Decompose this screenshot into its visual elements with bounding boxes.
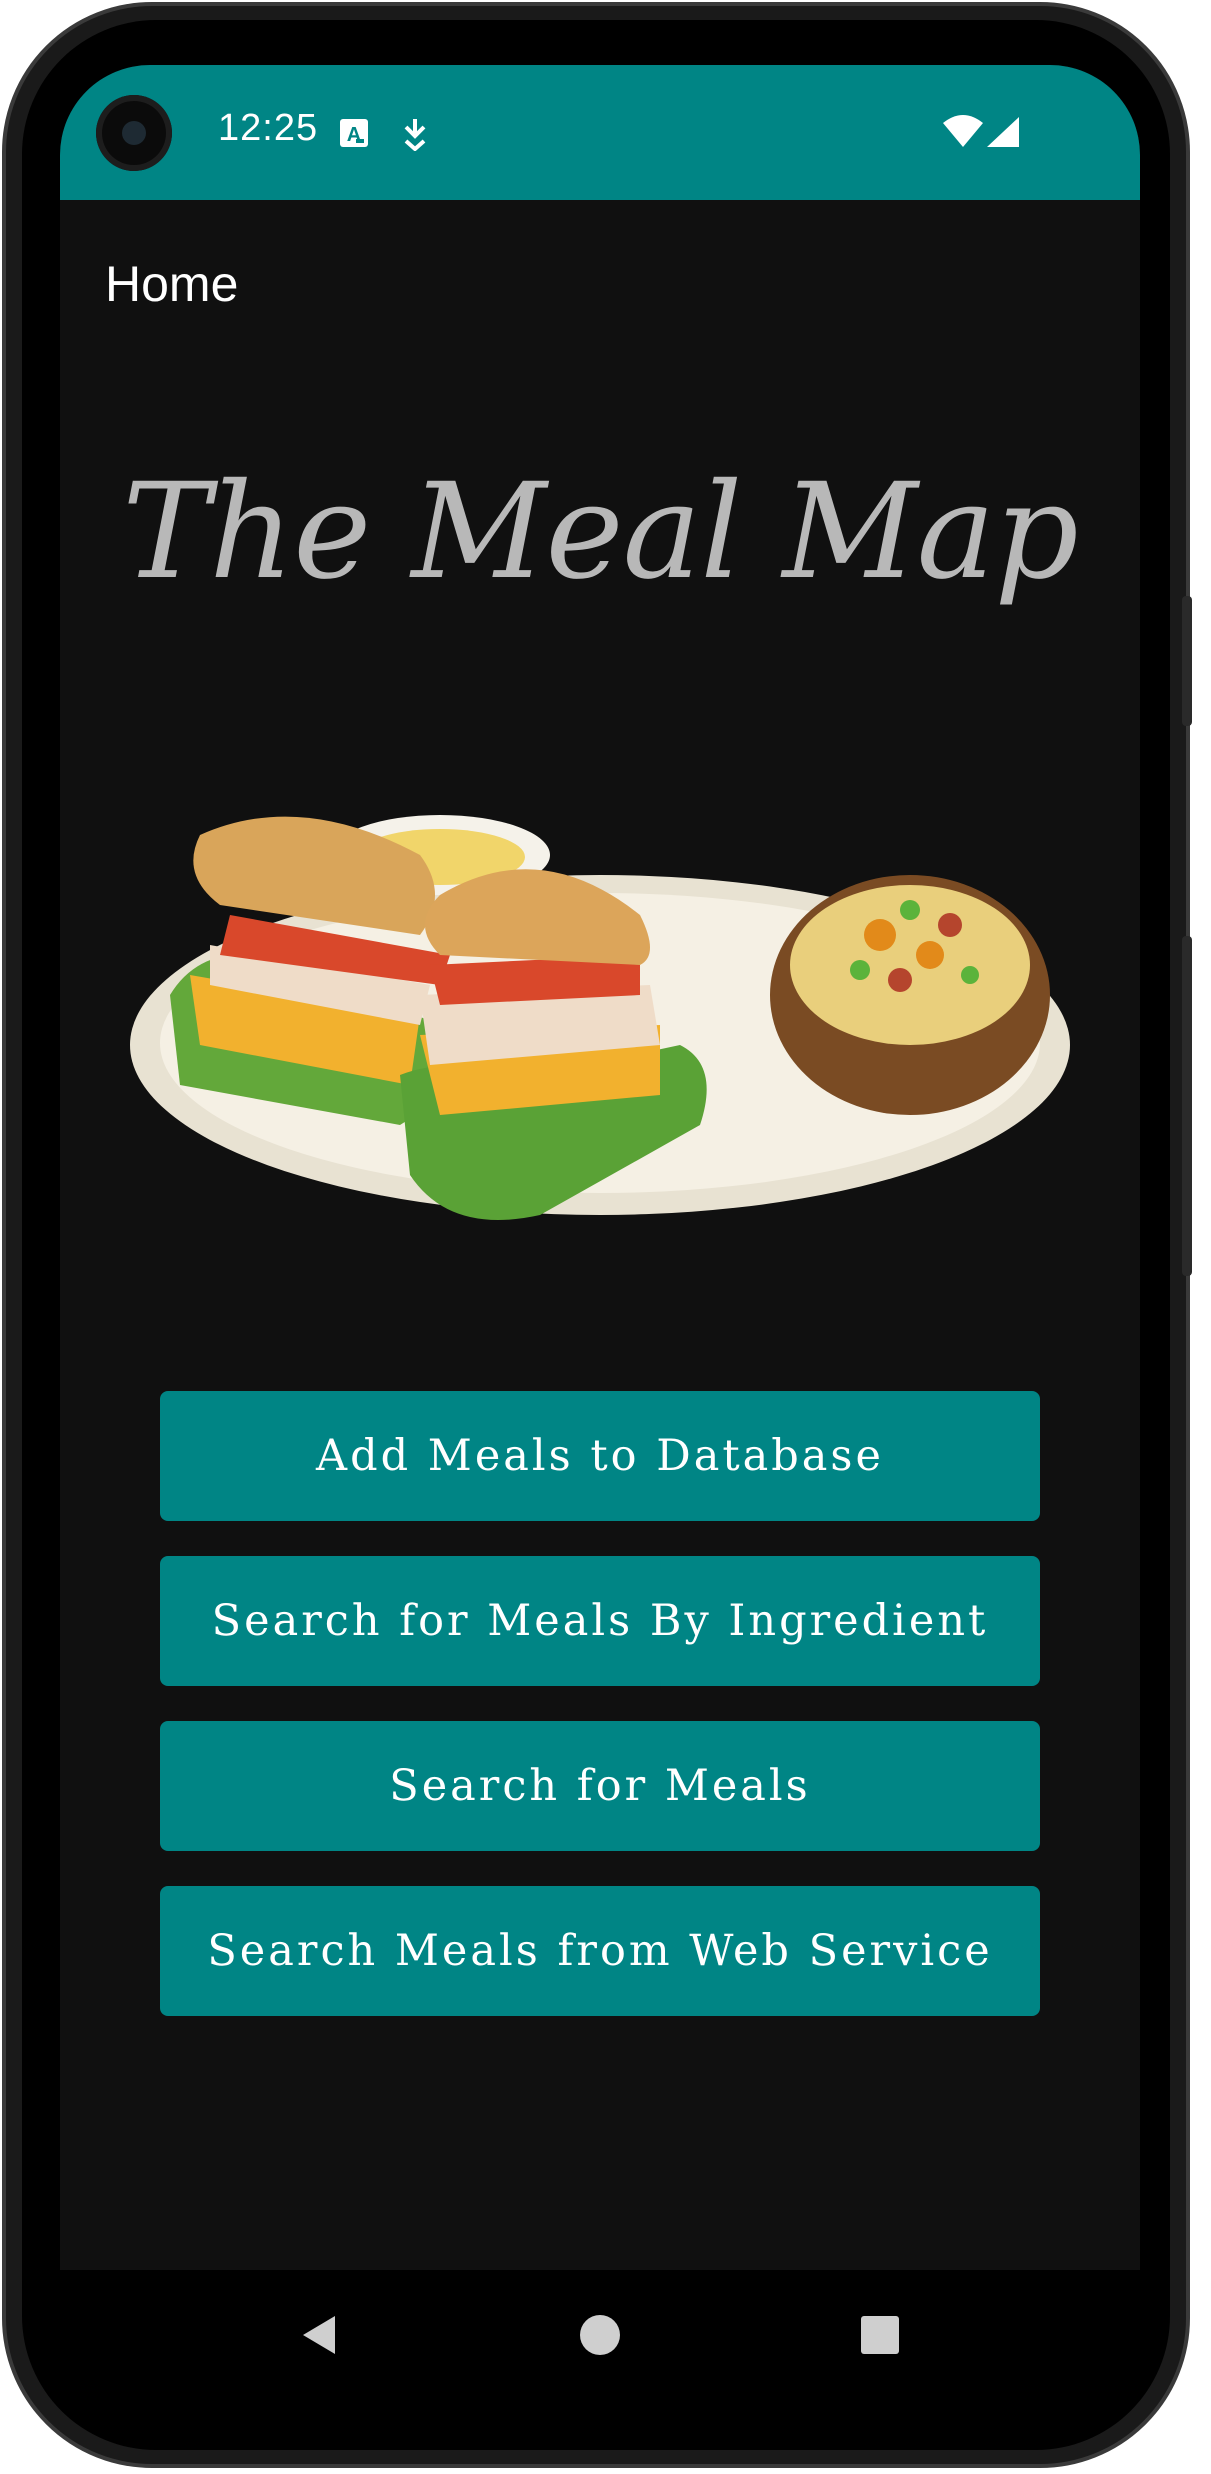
search-web-service-button[interactable]: Search Meals from Web Service <box>160 1886 1040 2016</box>
home-icon[interactable] <box>575 2310 625 2360</box>
status-time: 12:25 <box>218 107 319 149</box>
status-bar: 12:25 A <box>60 65 1140 200</box>
accessibility-a-icon: A <box>338 117 370 154</box>
add-meals-button[interactable]: Add Meals to Database <box>160 1391 1040 1521</box>
signal-icon <box>985 115 1021 154</box>
download-icon <box>400 117 430 156</box>
volume-button <box>1182 936 1192 1276</box>
wifi-icon <box>943 115 983 154</box>
search-meals-button[interactable]: Search for Meals <box>160 1721 1040 1851</box>
screen: 12:25 A Home The Meal Map Add Meals to D… <box>60 65 1140 2270</box>
system-nav-bar <box>60 2270 1140 2400</box>
back-icon[interactable] <box>295 2310 345 2360</box>
front-camera <box>96 95 172 171</box>
power-button <box>1182 596 1192 726</box>
recents-icon[interactable] <box>855 2310 905 2360</box>
app-brand-title: The Meal Map <box>122 455 1079 609</box>
page-title: Home <box>105 256 239 312</box>
hero-food-image <box>120 795 1080 1315</box>
search-by-ingredient-button[interactable]: Search for Meals By Ingredient <box>160 1556 1040 1686</box>
